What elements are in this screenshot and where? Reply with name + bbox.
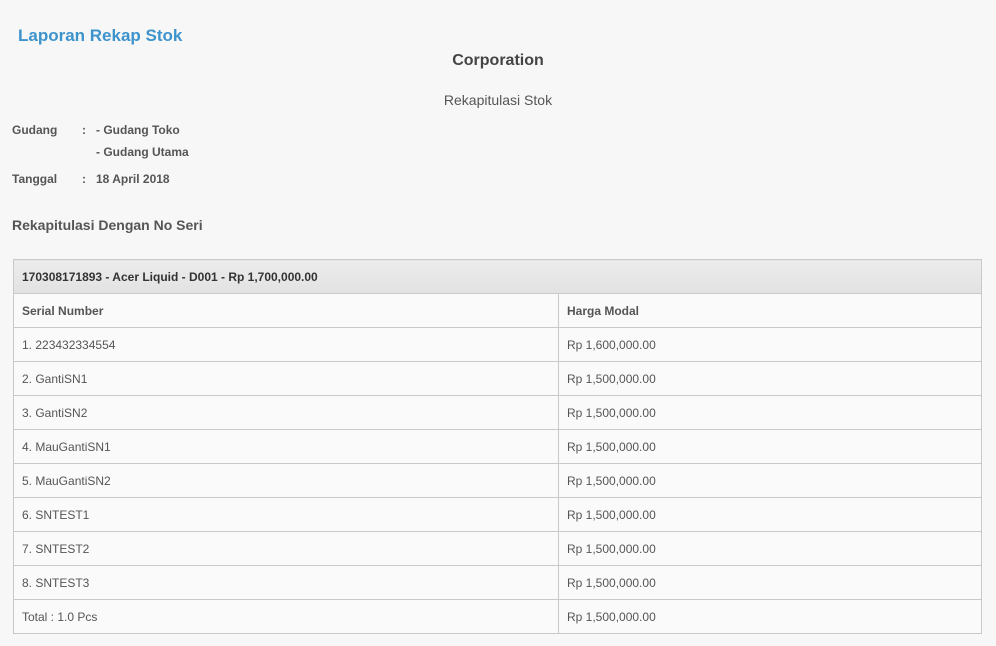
total-row: Total : 1.0 Pcs Rp 1,500,000.00 [13,599,982,634]
group-header: 170308171893 - Acer Liquid - D001 - Rp 1… [13,259,982,294]
table-row: 6. SNTEST1 Rp 1,500,000.00 [13,497,982,532]
serial-cell: 3. GantiSN2 [13,395,559,430]
table-row: 3. GantiSN2 Rp 1,500,000.00 [13,395,982,430]
total-harga: Rp 1,500,000.00 [558,599,982,634]
gudang-colon: : [82,123,86,137]
table-row: 8. SNTEST3 Rp 1,500,000.00 [13,565,982,600]
table-row: 7. SNTEST2 Rp 1,500,000.00 [13,531,982,566]
serial-cell: 8. SNTEST3 [13,565,559,600]
serial-cell: 6. SNTEST1 [13,497,559,532]
group-header-row: 170308171893 - Acer Liquid - D001 - Rp 1… [13,259,982,294]
app-title: Laporan Rekap Stok [18,26,183,45]
column-header-row: Serial Number Harga Modal [13,293,982,328]
tanggal-colon: : [82,172,86,186]
harga-cell: Rp 1,500,000.00 [558,565,982,600]
harga-cell: Rp 1,500,000.00 [558,531,982,566]
table-row: 5. MauGantiSN2 Rp 1,500,000.00 [13,463,982,498]
serial-cell: 1. 223432334554 [13,327,559,362]
harga-cell: Rp 1,600,000.00 [558,327,982,362]
serial-cell: 7. SNTEST2 [13,531,559,566]
serial-cell: 2. GantiSN1 [13,361,559,396]
harga-cell: Rp 1,500,000.00 [558,463,982,498]
section-title: Rekapitulasi Dengan No Seri [12,217,203,233]
serial-cell: 5. MauGantiSN2 [13,463,559,498]
gudang-label: Gudang [12,123,58,137]
tanggal-label: Tanggal [12,172,58,186]
gudang-value-2: - Gudang Utama [96,145,189,159]
col-harga-modal: Harga Modal [558,293,982,328]
serial-cell: 4. MauGantiSN1 [13,429,559,464]
gudang-value-1: - Gudang Toko [96,123,180,137]
harga-cell: Rp 1,500,000.00 [558,395,982,430]
table-row: 1. 223432334554 Rp 1,600,000.00 [13,327,982,362]
harga-cell: Rp 1,500,000.00 [558,429,982,464]
total-label: Total : 1.0 Pcs [13,599,559,634]
harga-cell: Rp 1,500,000.00 [558,361,982,396]
tanggal-value: 18 April 2018 [96,172,170,186]
table-row: 4. MauGantiSN1 Rp 1,500,000.00 [13,429,982,464]
table-row: 2. GantiSN1 Rp 1,500,000.00 [13,361,982,396]
harga-cell: Rp 1,500,000.00 [558,497,982,532]
col-serial-number: Serial Number [13,293,559,328]
company-name: Corporation [452,52,544,69]
report-name: Rekapitulasi Stok [443,92,553,108]
rekap-table: 170308171893 - Acer Liquid - D001 - Rp 1… [13,259,982,634]
